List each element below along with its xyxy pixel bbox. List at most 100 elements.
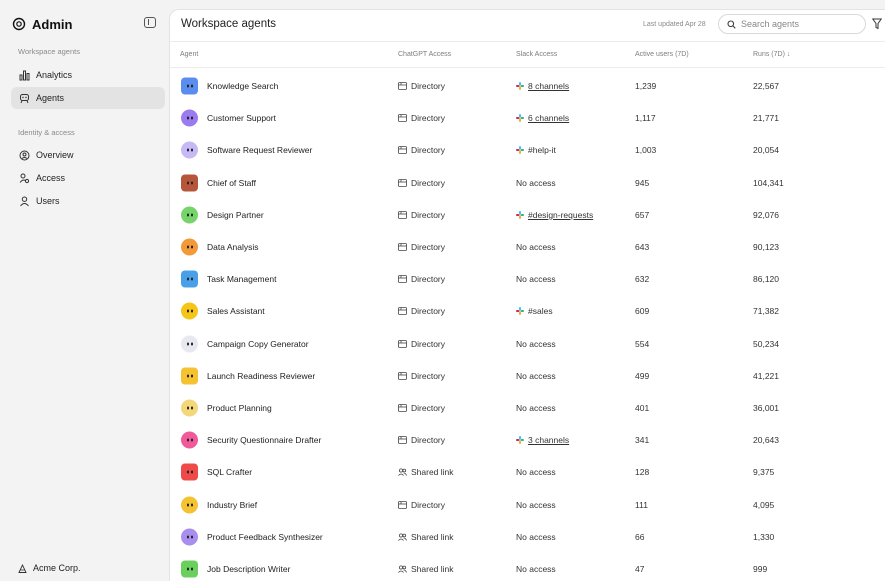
agent-name[interactable]: Product Planning [207,403,272,413]
active-users-value: 632 [635,274,650,285]
sidebar-title: Admin [32,16,73,32]
active-users-value: 609 [635,306,650,317]
table-row[interactable]: Job Description Writer Shared link No acce… [170,553,885,581]
slack-access-label: No access [516,338,556,349]
table-row[interactable]: Knowledge Search Directory 8 channels 1,239… [170,70,885,102]
table-row[interactable]: Design Partner Directory #design-requests 6… [170,199,885,231]
search-icon [727,19,736,29]
sidebar-item-access[interactable]: Access [11,167,165,189]
chatgpt-access-label: Directory [411,145,446,156]
agent-avatar-icon [181,463,198,481]
slack-access[interactable]: 6 channels [516,113,569,123]
table-row[interactable]: Sales Assistant Directory #sales 609 71,382 [170,295,885,327]
access-icon [19,173,30,184]
agent-name[interactable]: Security Questionnaire Drafter [207,435,321,445]
agent-name[interactable]: Industry Brief [207,500,257,510]
slack-access[interactable]: 3 channels [516,435,569,445]
agent-name[interactable]: Software Request Reviewer [207,145,312,155]
slack-icon [516,82,524,91]
sidebar-item-agents[interactable]: Agents [11,87,165,109]
sidebar-item-users[interactable]: Users [11,190,165,212]
agent-name[interactable]: Product Feedback Synthesizer [207,532,323,542]
search-box[interactable] [718,14,866,34]
people-icon [398,565,407,573]
agent-avatar-icon [181,399,198,417]
table-row[interactable]: SQL Crafter Shared link No access 128 9,375 [170,456,885,488]
agent-avatar-icon [181,431,198,449]
last-updated-text: Last updated Apr 28 [643,21,706,28]
agent-name[interactable]: Task Management [207,274,276,284]
slack-channels-link[interactable]: #design-requests [528,210,593,220]
active-users-value: 341 [635,435,650,446]
chatgpt-access-label: Directory [411,209,446,220]
table-row[interactable]: Product Planning Directory No access 401 36,… [170,392,885,424]
table-row[interactable]: Industry Brief Directory No access 111 4,095 [170,489,885,521]
agent-name[interactable]: Customer Support [207,113,276,123]
table-row[interactable]: Campaign Copy Generator Directory No acces… [170,328,885,360]
agent-name[interactable]: Launch Readiness Reviewer [207,371,315,381]
agent-avatar-icon [181,560,198,578]
active-users-value: 1,003 [635,145,657,156]
agent-name[interactable]: Data Analysis [207,242,259,252]
column-header-chatgpt-access[interactable]: ChatGPT Access [398,51,451,58]
slack-access: No access [516,500,556,510]
slack-access[interactable]: 8 channels [516,81,569,91]
section-label-workspace-agents: Workspace agents [18,47,80,56]
sidebar-item-overview[interactable]: Overview [11,144,165,166]
agent-avatar-icon [181,109,198,127]
active-users-value: 128 [635,467,650,478]
workspace-switcher[interactable]: Acme Corp. [18,563,81,573]
column-header-agent[interactable]: Agent [180,51,198,58]
slack-channels-link[interactable]: 6 channels [528,113,569,123]
directory-icon [398,210,407,219]
slack-access-label: No access [516,403,556,414]
agent-avatar-icon [181,496,198,514]
slack-channels-link[interactable]: 8 channels [528,81,569,91]
active-users-value: 657 [635,209,650,220]
sidebar-item-label: Users [36,196,60,206]
slack-access-label: No access [516,274,556,285]
agent-name[interactable]: Design Partner [207,210,264,220]
column-header-active-users[interactable]: Active users (7D) [635,51,689,58]
chatgpt-access-label: Shared link [411,564,454,575]
agent-name[interactable]: Knowledge Search [207,81,278,91]
slack-icon [516,146,524,155]
sidebar-item-analytics[interactable]: Analytics [11,64,165,86]
slack-channels-link[interactable]: 3 channels [528,435,569,445]
slack-access: No access [516,403,556,413]
agent-name[interactable]: Sales Assistant [207,306,265,316]
slack-access-label: No access [516,564,556,575]
table-row[interactable]: Task Management Directory No access 632 86,1… [170,263,885,295]
agent-icon [19,93,30,104]
runs-value: 1,330 [753,531,775,542]
bar-chart-icon [19,70,30,81]
directory-icon [398,500,407,509]
table-row[interactable]: Chief of Staff Directory No access 945 104,3… [170,167,885,199]
column-header-slack-access[interactable]: Slack Access [516,51,557,58]
slack-access[interactable]: #design-requests [516,210,593,220]
filter-icon[interactable] [872,18,882,30]
slack-access: No access [516,274,556,284]
people-icon [398,468,407,477]
chatgpt-access: Directory [398,403,445,413]
sidebar-toggle-icon[interactable] [144,17,156,28]
slack-access: #sales [516,306,553,316]
table-row[interactable]: Launch Readiness Reviewer Directory No acc… [170,360,885,392]
page-title: Workspace agents [181,18,277,30]
table-row[interactable]: Software Request Reviewer Directory #help-… [170,134,885,166]
slack-icon [516,210,524,219]
table-row[interactable]: Customer Support Directory 6 channels 1,117… [170,102,885,134]
agent-name[interactable]: Campaign Copy Generator [207,339,309,349]
chatgpt-access: Directory [398,435,445,445]
overview-icon [19,150,30,161]
agent-name[interactable]: Job Description Writer [207,564,290,574]
table-row[interactable]: Product Feedback Synthesizer Shared link N… [170,521,885,553]
agent-name[interactable]: Chief of Staff [207,178,256,188]
section-label-identity: Identity & access [18,128,75,137]
table-row[interactable]: Security Questionnaire Drafter Directory 3… [170,424,885,456]
search-input[interactable] [741,19,861,29]
agent-name[interactable]: SQL Crafter [207,467,252,477]
column-header-runs[interactable]: Runs (7D) ↓ [753,51,790,58]
table-header: Agent ChatGPT Access Slack Access Active… [170,42,885,68]
table-row[interactable]: Data Analysis Directory No access 643 90,123 [170,231,885,263]
